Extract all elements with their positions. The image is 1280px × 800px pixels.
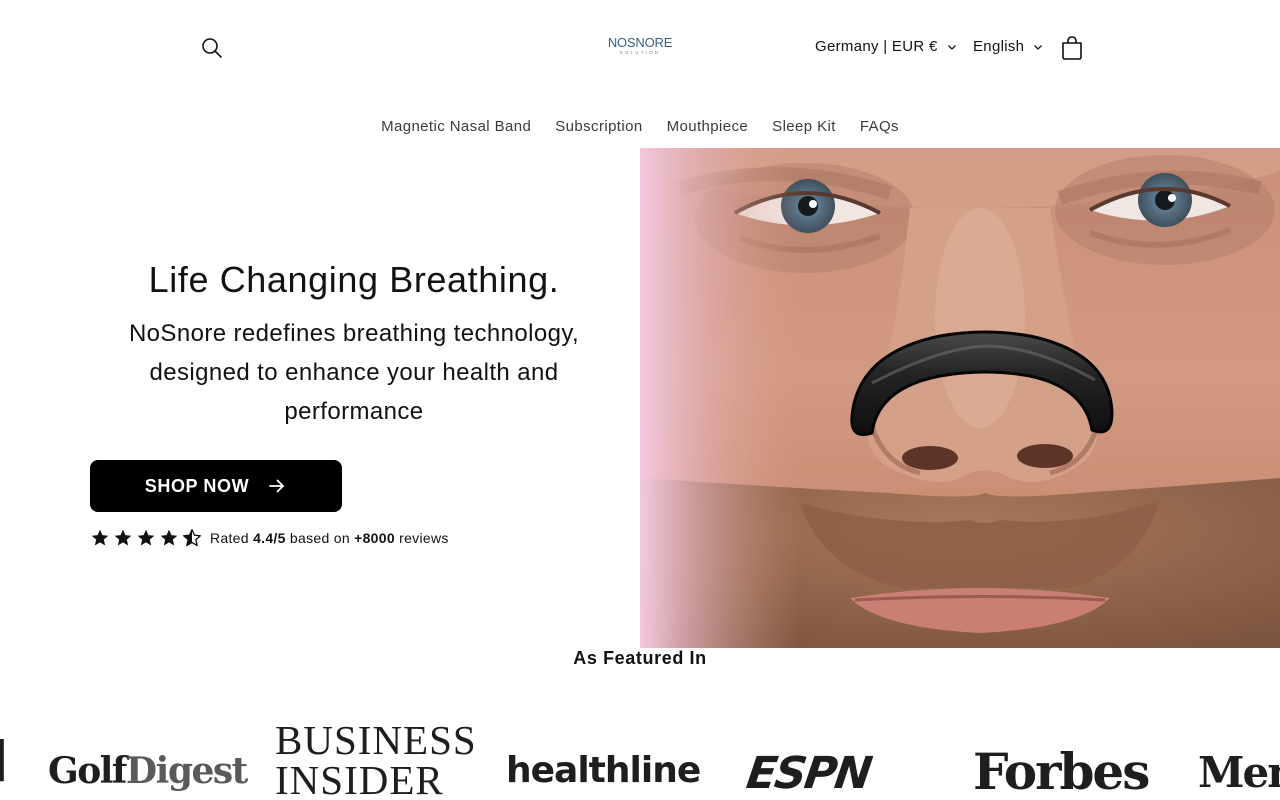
chevron-down-icon	[1034, 44, 1043, 50]
press-logo-partial-text: |s	[0, 732, 18, 800]
nav-item-magnetic-nasal-band[interactable]: Magnetic Nasal Band	[381, 118, 531, 135]
nav-item-faqs[interactable]: FAQs	[860, 118, 899, 135]
press-logo-business-insider: BUSINESS INSIDER	[275, 717, 477, 800]
country-currency-selector[interactable]: Germany | EUR €	[815, 38, 957, 55]
featured-title: As Featured In	[573, 648, 707, 668]
search-icon	[202, 38, 222, 58]
nav-item-sleep-kit[interactable]: Sleep Kit	[772, 118, 836, 135]
hero-text-block: Life Changing Breathing. NoSnore redefin…	[90, 255, 618, 431]
search-button[interactable]	[198, 34, 226, 62]
star-full-icon	[160, 529, 178, 546]
hero-title: Life Changing Breathing.	[148, 259, 560, 300]
press-logo-partial: |s	[0, 730, 18, 800]
shop-now-button[interactable]: SHOP NOW	[90, 460, 342, 512]
star-rating	[90, 528, 202, 548]
hero-subtitle: NoSnore redefines breathing technology, …	[128, 320, 580, 425]
language-label: English	[973, 38, 1025, 55]
press-logo-mens-health: Men's	[1198, 748, 1280, 797]
rating-score: 4.4/5	[253, 530, 286, 546]
rating-summary: Rated 4.4/5 based on +8000 reviews	[90, 527, 449, 549]
press-logo-healthline: healthline	[506, 750, 701, 791]
shopping-bag-icon	[1062, 36, 1082, 60]
brand-logo-wordmark: NOSNORE	[607, 35, 673, 50]
star-full-icon	[91, 529, 109, 546]
star-half-icon	[183, 529, 201, 547]
shop-now-label: SHOP NOW	[144, 475, 250, 496]
star-full-icon	[114, 529, 132, 546]
moon-o-glyph: O	[644, 35, 655, 50]
press-logo-forbes: Forbes	[973, 742, 1150, 800]
review-count: +8000	[354, 530, 395, 546]
site-header: NOSNORE SOLUTION Germany | EUR € English…	[0, 0, 1280, 148]
cart-button[interactable]	[1058, 33, 1086, 63]
hero-product-image	[640, 148, 1280, 648]
rating-text: Rated 4.4/5 based on +8000 reviews	[210, 530, 449, 546]
chevron-down-icon	[947, 44, 956, 50]
nav-item-mouthpiece[interactable]: Mouthpiece	[667, 118, 749, 135]
language-selector[interactable]: English	[973, 38, 1043, 55]
star-full-icon	[137, 529, 155, 546]
main-navigation: Magnetic Nasal Band Subscription Mouthpi…	[0, 118, 1280, 135]
arrow-right-icon	[269, 479, 285, 493]
face-with-nasal-band-illustration	[640, 148, 1280, 648]
country-currency-label: Germany | EUR €	[815, 38, 938, 55]
press-logo-strip: |s GolfDigest BUSINESSINSIDER healthline…	[0, 710, 1280, 800]
brand-logo-subtext: SOLUTION	[619, 50, 661, 55]
nav-item-subscription[interactable]: Subscription	[555, 118, 642, 135]
brand-logo[interactable]: NOSNORE SOLUTION	[590, 36, 690, 60]
press-logo-golf-digest: GolfDigest	[48, 750, 248, 792]
press-logo-espn: ESPN	[743, 748, 874, 799]
